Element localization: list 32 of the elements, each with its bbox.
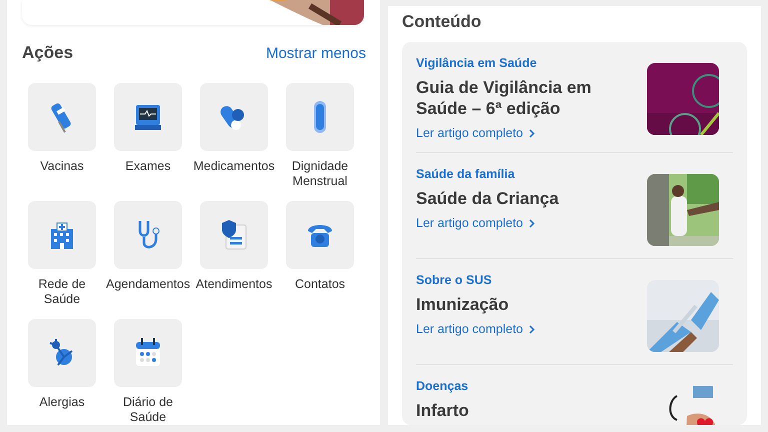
read-article-link[interactable]: Ler artigo completo bbox=[416, 216, 616, 230]
show-less-link[interactable]: Mostrar menos bbox=[266, 44, 366, 62]
action-button[interactable] bbox=[200, 83, 268, 151]
action-label: Atendimentos bbox=[194, 277, 274, 292]
action-label: Rede de Saúde bbox=[37, 277, 87, 307]
article-title: Imunização bbox=[416, 294, 510, 315]
action-label: Exames bbox=[124, 159, 172, 174]
action-label: Dignidade Menstrual bbox=[290, 159, 350, 189]
action-label: Contatos bbox=[294, 277, 346, 292]
article-category: Doenças bbox=[416, 379, 470, 393]
action-button[interactable] bbox=[200, 201, 268, 269]
chevron-right-icon bbox=[529, 324, 536, 334]
article-title: Infarto bbox=[416, 400, 470, 421]
article-title: Saúde da Criança bbox=[416, 188, 560, 209]
action-label: Agendamentos bbox=[106, 277, 190, 292]
article-category: Sobre o SUS bbox=[416, 273, 493, 287]
article-title: Guia de Vigilância em Saúde – 6ª edição bbox=[416, 77, 592, 119]
section-title: Ações bbox=[22, 43, 74, 63]
action-button[interactable] bbox=[28, 319, 96, 387]
read-article-link[interactable]: Ler artigo completo bbox=[416, 322, 616, 336]
article-category: Vigilância em Saúde bbox=[416, 56, 538, 70]
read-article-link[interactable]: Ler artigo completo bbox=[416, 126, 616, 140]
action-label: Vacinas bbox=[39, 159, 85, 174]
chevron-right-icon bbox=[529, 218, 536, 228]
action-label: Alergias bbox=[38, 395, 86, 410]
action-button[interactable] bbox=[114, 83, 182, 151]
chevron-right-icon bbox=[529, 128, 536, 138]
banner-card[interactable] bbox=[22, 0, 364, 25]
action-label: Diário de Saúde bbox=[122, 395, 174, 425]
section-title: Conteúdo bbox=[402, 12, 482, 32]
article-category: Saúde da família bbox=[416, 167, 516, 181]
action-label: Medicamentos bbox=[192, 159, 276, 174]
